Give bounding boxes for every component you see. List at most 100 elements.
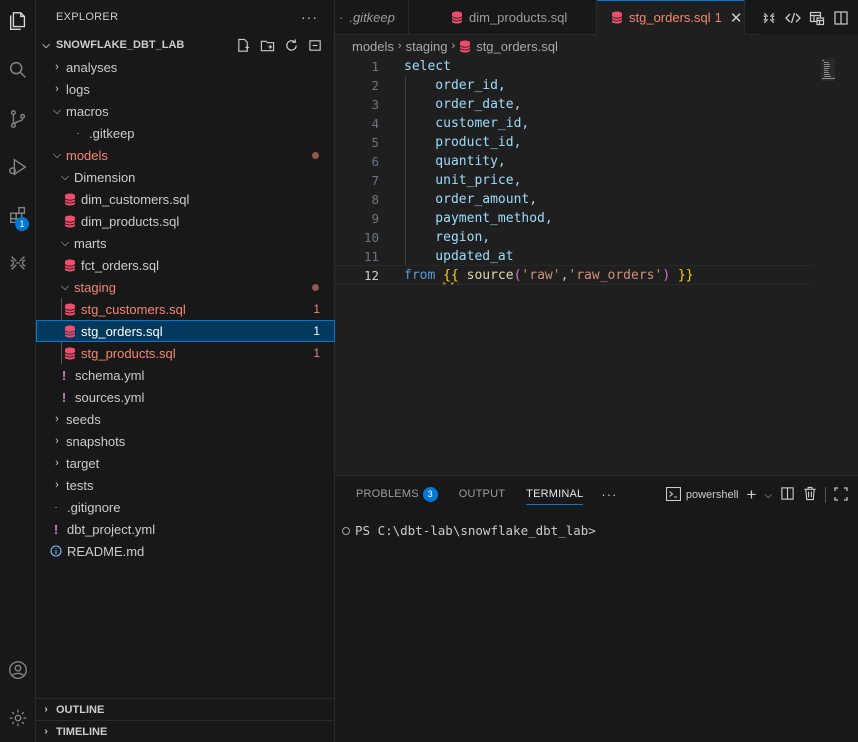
database-icon (459, 40, 471, 53)
line-number: 3 (371, 97, 379, 112)
tree-folder-macros[interactable]: ⌵ macros (36, 100, 335, 122)
tab-output[interactable]: OUTPUT (459, 476, 505, 512)
code-line: 4 customer_id, (335, 114, 813, 133)
tree-file-stg-customers[interactable]: stg_customers.sql 1 (36, 298, 335, 320)
minimap[interactable] (818, 57, 838, 83)
tab-problem-count: 1 (714, 10, 722, 25)
breadcrumb-item[interactable]: models (352, 39, 394, 54)
tree-file-readme[interactable]: README.md (36, 540, 335, 562)
code-line: 8 order_amount, (335, 190, 813, 209)
chevron-down-icon: ⌵ (52, 104, 62, 117)
snowflake-icon[interactable] (0, 245, 36, 281)
new-folder-icon[interactable] (259, 37, 275, 53)
new-file-icon[interactable] (235, 37, 251, 53)
extensions-icon[interactable]: 1 (0, 197, 36, 233)
tree-folder-models[interactable]: ⌵ models (36, 144, 335, 166)
tree-file-gitignore[interactable]: · .gitignore (36, 496, 335, 518)
line-number: 4 (371, 116, 379, 131)
run-debug-icon[interactable] (0, 149, 36, 185)
timeline-title: TIMELINE (56, 725, 108, 738)
line-number: 12 (363, 267, 379, 283)
tree-folder-dimension[interactable]: ⌵ Dimension (36, 166, 335, 188)
trash-icon[interactable] (803, 486, 817, 504)
terminal-shell-selector[interactable]: powershell (665, 486, 738, 504)
split-editor-icon[interactable] (832, 9, 850, 27)
tree-folder-staging[interactable]: ⌵ staging (36, 276, 335, 298)
code-editor[interactable]: 1 select 2 order_id, 3 order_date, 4 cust… (335, 57, 858, 475)
refresh-icon[interactable] (283, 37, 299, 53)
files-icon[interactable] (0, 3, 36, 39)
chevron-right-icon: › (55, 435, 59, 447)
tree-item-label: fct_orders.sql (81, 257, 160, 273)
tree-item-label: dim_products.sql (81, 213, 180, 229)
code-icon[interactable] (784, 9, 802, 27)
line-number: 5 (371, 135, 379, 150)
project-section-header[interactable]: ⌵ SNOWFLAKE_DBT_LAB (36, 34, 335, 56)
tree-folder-analyses[interactable]: › analyses (36, 56, 335, 78)
chevron-down-icon[interactable]: ⌵ (764, 490, 772, 501)
tree-file-dim-customers[interactable]: dim_customers.sql (36, 188, 335, 210)
chevron-right-icon: › (397, 40, 402, 52)
outline-section[interactable]: › OUTLINE (36, 698, 335, 720)
chevron-right-icon: › (55, 61, 59, 73)
editor-actions (760, 0, 858, 35)
tab-problems[interactable]: PROBLEMS 3 (356, 476, 438, 512)
code-text: updated_at (404, 249, 514, 264)
tree-folder-seeds[interactable]: › seeds (36, 408, 335, 430)
panel-more-button[interactable]: ··· (601, 487, 617, 502)
tree-folder-marts[interactable]: ⌵ marts (36, 232, 335, 254)
tree-item-label: .gitkeep (89, 125, 135, 141)
breadcrumb-item[interactable]: staging (406, 39, 448, 54)
preview-table-icon[interactable] (808, 9, 826, 27)
tree-item-label: .gitignore (67, 499, 121, 515)
file-tree: › analyses › logs ⌵ macros · .gitkeep ⌵ model… (36, 56, 335, 562)
tree-file-fct-orders[interactable]: fct_orders.sql (36, 254, 335, 276)
tree-file-schema-yml[interactable]: ! schema.yml (36, 364, 335, 386)
maximize-panel-icon[interactable] (834, 486, 848, 504)
tree-folder-tests[interactable]: › tests (36, 474, 335, 496)
code-text: order_date, (404, 97, 522, 112)
code-line: 9 payment_method, (335, 209, 813, 228)
project-name: SNOWFLAKE_DBT_LAB (56, 39, 185, 51)
tab-terminal-label: TERMINAL (526, 488, 584, 500)
split-terminal-icon[interactable] (780, 486, 795, 504)
tab-gitkeep[interactable]: · .gitkeep (335, 0, 409, 35)
divider (825, 487, 826, 503)
snowflake-action-icon[interactable] (760, 9, 778, 27)
source-control-icon[interactable] (0, 101, 36, 137)
editor-tabs: · .gitkeep dim_products.sql stg_orders.s… (335, 0, 858, 35)
tree-file-sources-yml[interactable]: ! sources.yml (36, 386, 335, 408)
tree-item-label: Dimension (74, 169, 136, 185)
tab-stg-orders[interactable]: stg_orders.sql 1 ✕ (597, 0, 745, 35)
panel-actions: powershell + ⌵ (665, 485, 848, 505)
tab-dim-products[interactable]: dim_products.sql (409, 0, 597, 35)
gear-icon[interactable] (0, 700, 36, 736)
tab-terminal[interactable]: TERMINAL (526, 476, 584, 512)
search-icon[interactable] (0, 52, 36, 88)
code-text: order_id, (404, 78, 506, 93)
tree-file-dbt-project[interactable]: ! dbt_project.yml (36, 518, 335, 540)
breadcrumb-item[interactable]: stg_orders.sql (476, 39, 558, 54)
tree-folder-logs[interactable]: › logs (36, 78, 335, 100)
tree-file-stg-orders[interactable]: stg_orders.sql 1 (36, 320, 335, 342)
tree-file-stg-products[interactable]: stg_products.sql 1 (36, 342, 335, 364)
chevron-down-icon: ⌵ (52, 148, 62, 161)
explorer-more-button[interactable]: ··· (301, 9, 318, 25)
code-text: unit_price, (404, 173, 522, 188)
close-icon[interactable]: ✕ (730, 9, 743, 27)
tree-item-label: target (66, 455, 100, 471)
tree-file-dim-products[interactable]: dim_products.sql (36, 210, 335, 232)
tree-folder-target[interactable]: › target (36, 452, 335, 474)
terminal-output[interactable]: PS C:\dbt-lab\snowflake_dbt_lab> (342, 523, 596, 538)
collapse-all-icon[interactable] (307, 37, 323, 53)
line-number: 8 (371, 192, 379, 207)
tree-item-label: marts (74, 235, 107, 251)
account-icon[interactable] (0, 652, 36, 688)
line-number: 7 (371, 173, 379, 188)
modified-dot (312, 151, 319, 159)
tree-file-gitkeep[interactable]: · .gitkeep (36, 122, 335, 144)
timeline-section[interactable]: › TIMELINE (36, 720, 335, 742)
chevron-right-icon: › (55, 479, 59, 491)
new-terminal-icon[interactable]: + (746, 485, 756, 505)
tree-folder-snapshots[interactable]: › snapshots (36, 430, 335, 452)
